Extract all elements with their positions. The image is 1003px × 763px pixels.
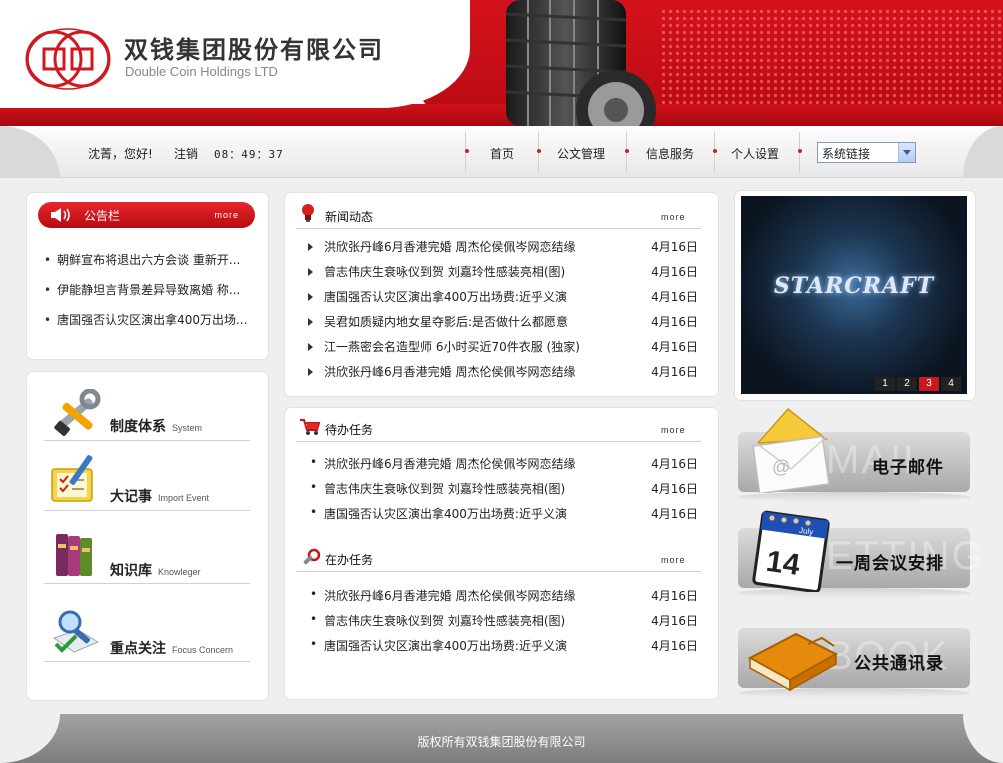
navbar-right-curve — [963, 126, 1003, 178]
company-name-en: Double Coin Holdings LTD — [125, 64, 278, 79]
arrow-right-icon — [308, 368, 313, 376]
notice-header: 公告栏 more — [38, 202, 255, 228]
doing-row[interactable]: • 洪欣张丹峰6月香港完婚 周杰伦侯佩岑网恋结缘 4月16日 — [304, 587, 698, 607]
category-label: 重点关注 Focus Concern — [110, 641, 234, 657]
arrow-right-icon — [308, 243, 313, 251]
checklist-icon — [51, 455, 93, 502]
banner-page-3[interactable]: 3 — [919, 377, 939, 391]
wrench-icon — [303, 548, 321, 565]
banner-pager: 1 2 3 4 — [875, 377, 961, 391]
nav-item-settings[interactable]: 个人设置 — [731, 145, 779, 162]
envelope-icon: @ — [752, 407, 830, 493]
doing-row[interactable]: • 曾志伟庆生衰咏仪到贺 刘嘉玲性感装亮相(图) 4月16日 — [304, 612, 698, 632]
svg-text:14: 14 — [764, 545, 802, 582]
news-more-link[interactable]: more — [661, 212, 686, 222]
news-row[interactable]: 唐国强否认灾区演出拿400万出场费:近乎义演 4月16日 — [304, 288, 698, 308]
books-icon — [56, 534, 92, 576]
logout-link[interactable]: 注销 — [174, 145, 198, 162]
notice-title: 公告栏 — [84, 209, 121, 223]
category-import-event[interactable]: 大记事 Import Event — [44, 445, 250, 511]
todo-row[interactable]: • 曾志伟庆生衰咏仪到贺 刘嘉玲性感装亮相(图) 4月16日 — [304, 480, 698, 500]
copyright-text: 版权所有双钱集团股份有限公司 — [417, 735, 586, 749]
notice-more-link[interactable]: more — [214, 210, 239, 220]
footer: 版权所有双钱集团股份有限公司 — [0, 714, 1003, 763]
category-system[interactable]: 制度体系 System — [44, 375, 250, 441]
todo-more-link[interactable]: more — [661, 425, 686, 435]
clock-time: 08：49：37 — [214, 148, 284, 161]
news-title: 新闻动态 — [325, 210, 374, 224]
category-knowledge[interactable]: 知识库 Knowleger — [44, 518, 250, 584]
arrow-right-icon — [308, 343, 313, 351]
calendar-icon: July 14 — [752, 510, 830, 592]
arrow-right-icon — [308, 268, 313, 276]
nav-item-documents[interactable]: 公文管理 — [557, 145, 605, 162]
notice-item[interactable]: 朝鲜宣布将退出六方会谈 重新开... — [44, 251, 240, 268]
nav-item-info-service[interactable]: 信息服务 — [646, 145, 694, 162]
svg-text:@: @ — [772, 457, 790, 477]
todo-row[interactable]: • 洪欣张丹峰6月香港完婚 周杰伦侯佩岑网恋结缘 4月16日 — [304, 455, 698, 475]
category-label: 知识库 Knowleger — [110, 563, 201, 579]
news-row[interactable]: 洪欣张丹峰6月香港完婚 周杰伦侯佩岑网恋结缘 4月16日 — [304, 238, 698, 258]
tools-icon — [54, 389, 101, 436]
address-book-icon — [747, 632, 839, 692]
news-row[interactable]: 江一燕密会名造型师 6小时买近70件衣服 (独家) 4月16日 — [304, 338, 698, 358]
speaker-icon — [51, 208, 70, 222]
double-coin-logo-icon — [25, 28, 111, 90]
todo-row[interactable]: • 唐国强否认灾区演出拿400万出场费:近乎义演 4月16日 — [304, 505, 698, 525]
tire-icon — [505, 0, 656, 126]
arrow-right-icon — [308, 293, 313, 301]
notice-item[interactable]: 唐国强否认灾区演出拿400万出场... — [44, 311, 247, 328]
system-links-select[interactable]: 系统链接 — [817, 142, 916, 163]
todo-title: 待办任务 — [325, 423, 374, 437]
nav-item-home[interactable]: 首页 — [490, 145, 514, 162]
banner-page-4[interactable]: 4 — [941, 377, 961, 391]
category-label: 大记事 Import Event — [110, 489, 210, 505]
banner-slideshow[interactable]: STARCRAFT 1 2 3 4 — [741, 196, 967, 394]
system-links-value: 系统链接 — [822, 147, 871, 161]
doing-row[interactable]: • 唐国强否认灾区演出拿400万出场费:近乎义演 4月16日 — [304, 637, 698, 657]
news-row[interactable]: 吴君如质疑内地女星夺影后:是否做什么都愿意 4月16日 — [304, 313, 698, 333]
news-row[interactable]: 曾志伟庆生衰咏仪到贺 刘嘉玲性感装亮相(图) 4月16日 — [304, 263, 698, 283]
world-map-pattern — [660, 8, 1003, 108]
lightbulb-icon — [302, 204, 314, 222]
notice-item[interactable]: 伊能静坦言背景差异导致离婚 称... — [44, 281, 240, 298]
navbar-left-curve — [0, 126, 60, 178]
news-row[interactable]: 洪欣张丹峰6月香港完婚 周杰伦侯佩岑网恋结缘 4月16日 — [304, 363, 698, 383]
banner-page-1[interactable]: 1 — [875, 377, 895, 391]
company-name-cn: 双钱集团股份有限公司 — [124, 36, 384, 64]
magnifier-icon — [52, 610, 100, 653]
user-greeting: 沈菁，您好! — [88, 147, 153, 161]
banner-page-2[interactable]: 2 — [897, 377, 917, 391]
chevron-down-icon[interactable] — [898, 143, 915, 162]
arrow-right-icon — [308, 318, 313, 326]
cart-icon — [300, 419, 321, 435]
category-label: 制度体系 System — [110, 419, 203, 435]
banner-logo: STARCRAFT — [773, 273, 935, 299]
doing-title: 在办任务 — [325, 553, 374, 567]
category-focus[interactable]: 重点关注 Focus Concern — [44, 596, 250, 662]
doing-more-link[interactable]: more — [661, 555, 686, 565]
header: 双钱集团股份有限公司 Double Coin Holdings LTD — [0, 0, 1003, 126]
